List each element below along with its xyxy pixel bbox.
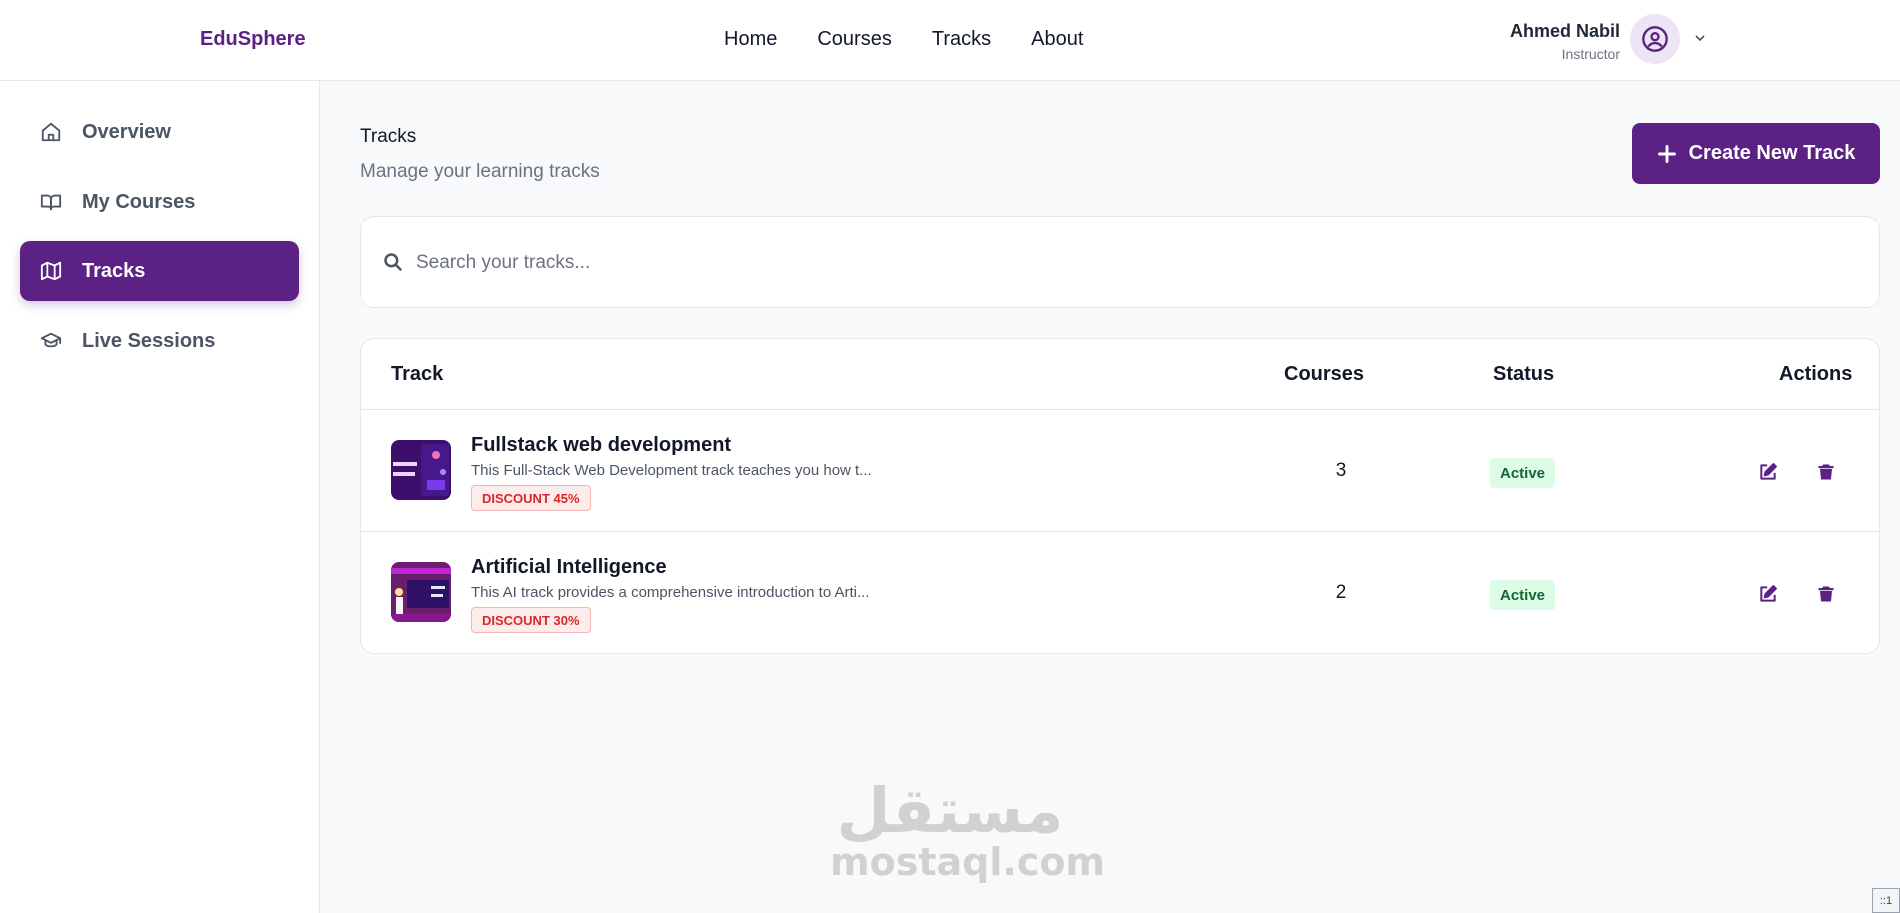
- edit-button[interactable]: [1756, 460, 1780, 484]
- tracks-table: Track Courses Status Actions Fullstack w…: [360, 338, 1880, 654]
- table-header: Track Courses Status Actions: [361, 339, 1879, 410]
- top-navbar: EduSphere Home Courses Tracks About Ahme…: [0, 0, 1900, 81]
- nav-courses[interactable]: Courses: [817, 28, 891, 51]
- edit-button[interactable]: [1756, 582, 1780, 606]
- delete-button[interactable]: [1814, 460, 1838, 484]
- nav-home[interactable]: Home: [724, 28, 777, 51]
- courses-count: 3: [1335, 460, 1347, 481]
- create-track-label: Create New Track: [1688, 142, 1856, 164]
- courses-count: 2: [1335, 582, 1347, 603]
- table-row[interactable]: Artificial Intelligence This AI track pr…: [361, 532, 1879, 653]
- nav-tracks[interactable]: Tracks: [932, 28, 991, 51]
- header-actions: Actions: [1779, 363, 1853, 385]
- discount-badge: DISCOUNT 45%: [471, 485, 591, 511]
- edit-icon: [1760, 585, 1777, 602]
- sidebar-item-overview[interactable]: Overview: [20, 102, 299, 162]
- sidebar-item-label: Tracks: [82, 259, 146, 282]
- create-track-button[interactable]: Create New Track: [1632, 123, 1880, 184]
- user-circle-icon: [1642, 26, 1668, 52]
- sidebar-item-my-courses[interactable]: My Courses: [20, 172, 299, 232]
- brand-logo[interactable]: EduSphere: [200, 28, 306, 51]
- header-status: Status: [1493, 363, 1555, 385]
- user-role: Instructor: [1561, 46, 1620, 62]
- plus-icon: [1657, 144, 1676, 163]
- edit-icon: [1760, 463, 1777, 480]
- map-icon: [40, 261, 62, 281]
- track-thumbnail: [391, 440, 451, 500]
- watermark: مستقل mostaql.com: [830, 774, 1106, 884]
- avatar[interactable]: [1630, 14, 1680, 64]
- graduation-cap-icon: [40, 332, 62, 348]
- page-subtitle: Manage your learning tracks: [360, 161, 600, 182]
- trash-icon: [1818, 586, 1834, 602]
- chevron-down-icon[interactable]: [1692, 30, 1708, 46]
- track-description: This Full-Stack Web Development track te…: [471, 462, 872, 479]
- watermark-latin: mostaql.com: [830, 840, 1106, 884]
- sidebar-item-tracks[interactable]: Tracks: [20, 241, 299, 301]
- sidebar: Overview My Courses Tracks Live Sessions: [0, 81, 320, 913]
- main-nav: Home Courses Tracks About: [724, 28, 1083, 51]
- corner-indicator: ::1: [1872, 888, 1900, 913]
- table-row[interactable]: Fullstack web development This Full-Stac…: [361, 410, 1879, 532]
- header-courses: Courses: [1284, 363, 1365, 385]
- page-title: Tracks: [360, 126, 417, 147]
- track-title[interactable]: Artificial Intelligence: [471, 556, 667, 579]
- sidebar-item-label: Overview: [82, 120, 171, 143]
- status-badge: Active: [1490, 580, 1556, 610]
- book-icon: [40, 194, 62, 211]
- delete-button[interactable]: [1814, 582, 1838, 606]
- sidebar-item-label: My Courses: [82, 190, 196, 213]
- watermark-arabic: مستقل: [836, 774, 1064, 847]
- track-title[interactable]: Fullstack web development: [471, 434, 731, 457]
- nav-about[interactable]: About: [1031, 28, 1083, 51]
- trash-icon: [1818, 464, 1834, 480]
- track-thumbnail: [391, 562, 451, 622]
- search-box: [360, 216, 1880, 308]
- track-description: This AI track provides a comprehensive i…: [471, 584, 870, 601]
- discount-badge: DISCOUNT 30%: [471, 607, 591, 633]
- home-icon: [41, 122, 61, 142]
- sidebar-item-label: Live Sessions: [82, 329, 216, 352]
- status-badge: Active: [1490, 458, 1556, 488]
- search-input[interactable]: [416, 241, 1816, 285]
- search-icon: [384, 253, 402, 271]
- user-name: Ahmed Nabil: [1509, 21, 1620, 41]
- header-track: Track: [391, 363, 444, 385]
- user-menu[interactable]: Ahmed Nabil Instructor: [1500, 14, 1710, 66]
- sidebar-item-live-sessions[interactable]: Live Sessions: [20, 311, 299, 371]
